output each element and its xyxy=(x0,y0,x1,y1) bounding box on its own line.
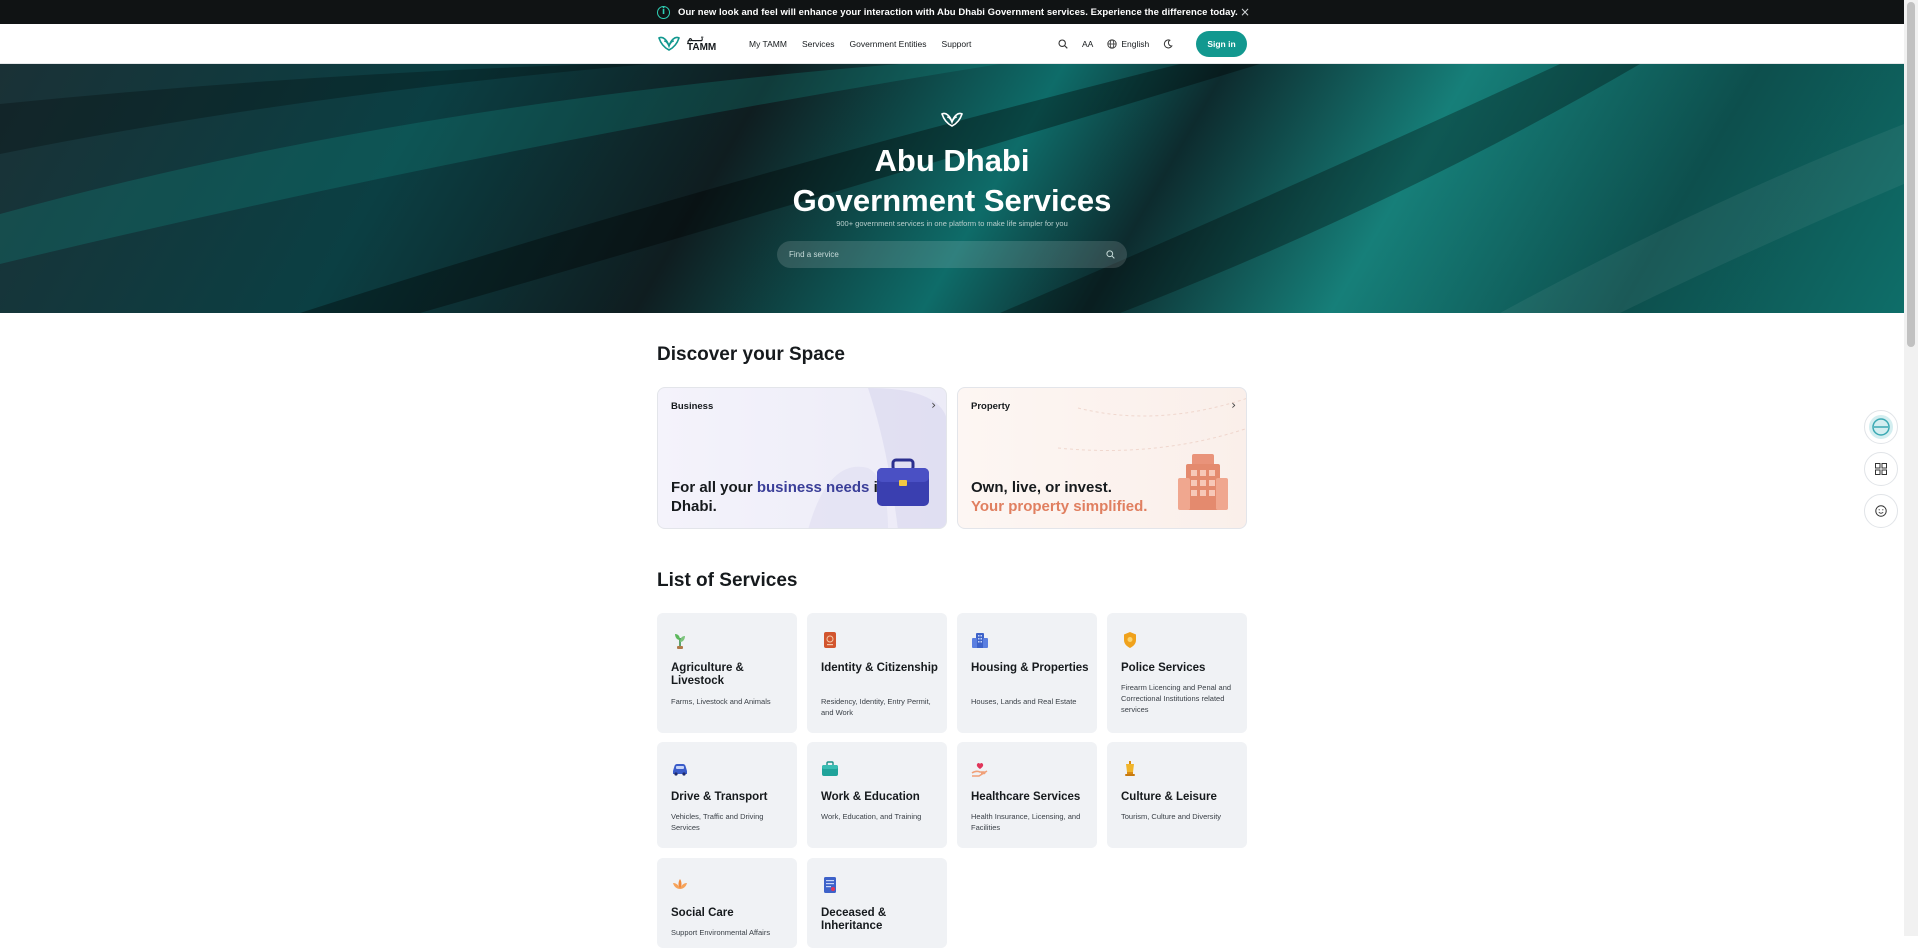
globe-icon xyxy=(1107,39,1117,49)
briefcase-icon xyxy=(877,458,929,506)
property-card-tagline: Own, live, or invest. Your property simp… xyxy=(971,479,1148,515)
announcement-text: Our new look and feel will enhance your … xyxy=(678,6,1238,18)
service-title: Identity & Citizenship xyxy=(821,662,938,674)
close-icon[interactable]: × xyxy=(1237,4,1253,20)
service-card-culture[interactable]: Culture & Leisure Tourism, Culture and D… xyxy=(1107,742,1247,848)
font-size-button[interactable]: AA xyxy=(1082,39,1093,49)
service-card-social-care[interactable]: Social Care Support Environmental Affair… xyxy=(657,858,797,948)
chevron-right-icon: › xyxy=(931,398,936,412)
hero-title: Abu Dhabi Government Services xyxy=(792,143,1112,218)
lamp-icon xyxy=(1125,761,1135,776)
assistant-avatar-icon xyxy=(1869,415,1893,439)
moon-icon xyxy=(1164,39,1173,49)
search-icon[interactable] xyxy=(1106,250,1115,259)
document-icon xyxy=(824,877,836,893)
building-icon xyxy=(1178,454,1228,510)
logo-wordmark: تـــم TAMM xyxy=(687,33,717,53)
header-tools: AA English xyxy=(1058,24,1173,64)
service-card-housing[interactable]: Housing & Properties Houses, Lands and R… xyxy=(957,613,1097,733)
tamm-logo[interactable]: تـــم TAMM xyxy=(657,33,716,53)
service-description: Work, Education, and Training xyxy=(821,812,922,821)
search-button[interactable] xyxy=(1058,39,1068,49)
service-search-input[interactable] xyxy=(789,250,1106,259)
service-description: Vehicles, Traffic and Driving Services xyxy=(671,812,764,832)
service-title: Agriculture & Livestock xyxy=(671,662,744,687)
police-badge-icon xyxy=(1124,632,1136,648)
business-space-card[interactable]: Business › For all your business needs i… xyxy=(657,387,947,529)
service-card-police[interactable]: Police Services Firearm Licencing and Pe… xyxy=(1107,613,1247,733)
service-card-deceased[interactable]: Deceased & Inheritance xyxy=(807,858,947,948)
service-title: Healthcare Services xyxy=(971,791,1081,803)
nav-my-tamm[interactable]: My TAMM xyxy=(749,39,787,49)
property-card-label: Property xyxy=(971,401,1011,412)
service-card-healthcare[interactable]: Healthcare Services Health Insurance, Li… xyxy=(957,742,1097,848)
apps-grid-button[interactable] xyxy=(1864,452,1898,486)
tamm-emblem-icon xyxy=(941,112,963,127)
hero-banner: Abu Dhabi Government Services 900+ gover… xyxy=(0,64,1904,313)
lotus-icon xyxy=(673,879,687,889)
service-description: Tourism, Culture and Diversity xyxy=(1121,812,1222,821)
passport-icon xyxy=(824,632,836,648)
dark-mode-toggle[interactable] xyxy=(1163,39,1173,49)
service-title: Housing & Properties xyxy=(971,662,1089,674)
grid-icon xyxy=(1875,463,1887,475)
chat-assistant-button[interactable] xyxy=(1864,410,1898,444)
service-card-drive[interactable]: Drive & Transport Vehicles, Traffic and … xyxy=(657,742,797,848)
heart-hand-icon xyxy=(971,762,988,777)
site-header: تـــم TAMM My TAMM Services Government E… xyxy=(0,24,1904,64)
main-nav: My TAMM Services Government Entities Sup… xyxy=(749,24,971,64)
sign-in-button[interactable]: Sign in xyxy=(1196,31,1247,57)
service-card-work[interactable]: Work & Education Work, Education, and Tr… xyxy=(807,742,947,848)
chevron-right-icon: › xyxy=(1231,398,1236,412)
service-card-agriculture[interactable]: Agriculture & Livestock Farms, Livestock… xyxy=(657,613,797,733)
hero-subtitle: 900+ government services in one platform… xyxy=(836,219,1068,228)
discover-section-title: Discover your Space xyxy=(657,344,845,365)
buildings-icon xyxy=(972,633,988,648)
service-card-identity[interactable]: Identity & Citizenship Residency, Identi… xyxy=(807,613,947,733)
service-description: Residency, Identity, Entry Permit, and W… xyxy=(821,697,931,717)
info-icon: i xyxy=(657,5,670,19)
page-scrollbar-thumb[interactable] xyxy=(1907,2,1915,347)
language-button[interactable]: English xyxy=(1107,39,1149,49)
plant-icon xyxy=(675,634,685,649)
nav-support[interactable]: Support xyxy=(942,39,972,49)
service-title: Work & Education xyxy=(821,791,920,803)
briefcase-icon xyxy=(822,761,838,776)
services-section-title: List of Services xyxy=(657,570,798,591)
car-icon xyxy=(673,764,687,776)
announcement-bar: i Our new look and feel will enhance you… xyxy=(0,0,1904,24)
service-title: Deceased & Inheritance xyxy=(821,907,887,932)
service-description: Support Environmental Affairs xyxy=(671,928,771,937)
feedback-button[interactable] xyxy=(1864,494,1898,528)
tamm-emblem-icon xyxy=(658,36,680,51)
service-title: Social Care xyxy=(671,907,734,919)
property-space-card[interactable]: Property › Own, live, or invest. Your pr… xyxy=(957,387,1247,529)
service-description: Houses, Lands and Real Estate xyxy=(971,697,1077,706)
service-title: Drive & Transport xyxy=(671,791,768,803)
search-icon xyxy=(1058,39,1068,49)
service-description: Farms, Livestock and Animals xyxy=(671,697,771,706)
font-size-label: AA xyxy=(1082,39,1094,49)
business-card-label: Business xyxy=(671,401,714,412)
service-title: Police Services xyxy=(1121,662,1206,674)
service-search-bar xyxy=(777,241,1127,268)
service-description: Health Insurance, Licensing, and Facilit… xyxy=(971,812,1081,832)
smiley-icon xyxy=(1875,505,1887,517)
nav-services[interactable]: Services xyxy=(802,39,835,49)
service-title: Culture & Leisure xyxy=(1121,791,1217,803)
nav-government-entities[interactable]: Government Entities xyxy=(850,39,927,49)
service-description: Firearm Licencing and Penal and Correcti… xyxy=(1121,683,1232,714)
language-label: English xyxy=(1121,39,1150,49)
